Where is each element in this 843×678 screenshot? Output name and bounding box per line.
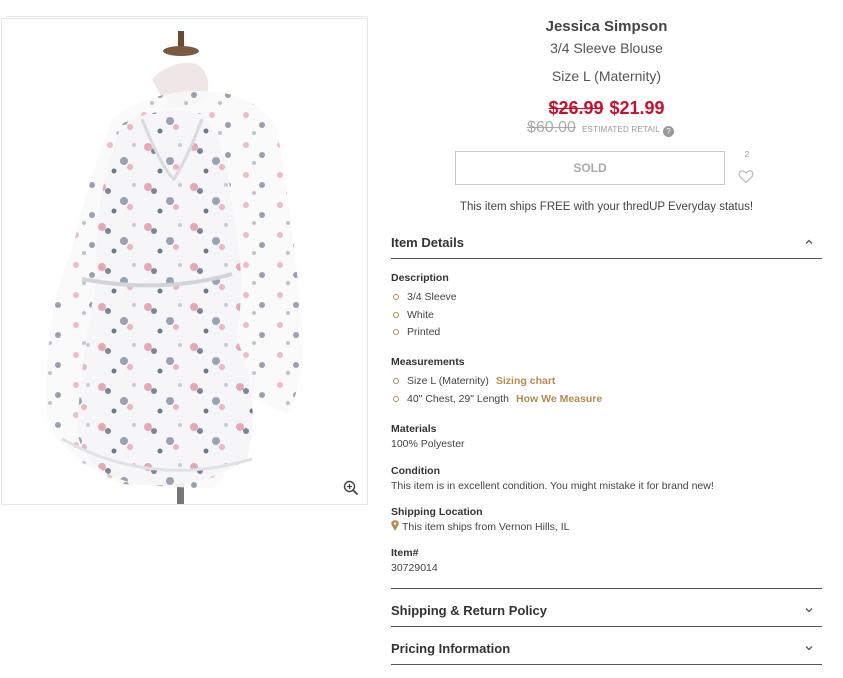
shipping-return-title: Shipping & Return Policy bbox=[391, 602, 548, 618]
original-price: $26.99 bbox=[548, 98, 604, 118]
description-item: White bbox=[391, 309, 434, 321]
chevron-down-icon bbox=[805, 608, 813, 613]
section-divider bbox=[391, 626, 822, 627]
bullet-icon bbox=[393, 396, 399, 402]
item-details-title: Item Details bbox=[391, 234, 464, 250]
section-divider bbox=[391, 258, 822, 259]
description-label: Description bbox=[391, 272, 449, 284]
zoom-in-icon[interactable] bbox=[343, 480, 359, 496]
shipping-return-toggle[interactable]: Shipping & Return Policy bbox=[391, 599, 822, 621]
retail-label: ESTIMATED RETAIL bbox=[581, 125, 660, 134]
measurements-label: Measurements bbox=[391, 356, 465, 368]
help-icon[interactable]: ? bbox=[662, 126, 674, 137]
favorites-count: 2 bbox=[744, 150, 750, 159]
retail-row: $60.00 ESTIMATED RETAIL ? bbox=[527, 119, 674, 137]
bullet-icon bbox=[393, 329, 399, 335]
chevron-up-icon bbox=[805, 239, 813, 244]
product-image[interactable] bbox=[1, 18, 368, 505]
item-size: Size L (Maternity) bbox=[551, 68, 662, 84]
sold-button[interactable]: SOLD bbox=[455, 151, 725, 185]
condition-value: This item is in excellent condition. You… bbox=[391, 480, 714, 492]
sale-price: $21.99 bbox=[609, 98, 665, 118]
description-item: 3/4 Sleeve bbox=[391, 291, 457, 303]
shipping-location-value: This item ships from Vernon Hills, IL bbox=[402, 521, 570, 533]
section-divider bbox=[391, 588, 822, 589]
materials-label: Materials bbox=[391, 423, 437, 435]
free-shipping-message: This item ships FREE with your thredUP E… bbox=[459, 201, 754, 213]
item-name: 3/4 Sleeve Blouse bbox=[550, 40, 663, 56]
top-divider bbox=[6, 16, 368, 17]
product-photo bbox=[46, 31, 304, 504]
sizing-chart-link[interactable]: Sizing chart bbox=[496, 375, 556, 387]
shipping-location-label: Shipping Location bbox=[391, 506, 483, 518]
location-pin-icon bbox=[391, 520, 399, 531]
measurement-text: Size L (Maternity) bbox=[407, 375, 489, 387]
section-divider bbox=[391, 664, 822, 665]
brand-name[interactable]: Jessica Simpson bbox=[391, 18, 822, 35]
shipping-location: This item ships from Vernon Hills, IL bbox=[391, 520, 569, 533]
description-item: Printed bbox=[391, 326, 440, 338]
item-number-value: 30729014 bbox=[391, 562, 438, 574]
item-number-label: Item# bbox=[391, 547, 419, 559]
chevron-down-icon bbox=[805, 646, 813, 651]
bullet-icon bbox=[393, 312, 399, 318]
materials-value: 100% Polyester bbox=[391, 438, 465, 450]
measurement-item: 40" Chest, 29" Length How We Measure bbox=[391, 393, 602, 405]
pricing-info-toggle[interactable]: Pricing Information bbox=[391, 637, 822, 659]
retail-price: $60.00 bbox=[527, 119, 576, 136]
price-row: $26.99 $21.99 bbox=[391, 98, 822, 119]
measurement-item: Size L (Maternity) Sizing chart bbox=[391, 375, 555, 387]
how-we-measure-link[interactable]: How We Measure bbox=[516, 393, 602, 405]
pricing-info-title: Pricing Information bbox=[391, 640, 511, 656]
condition-label: Condition bbox=[391, 465, 440, 477]
bullet-icon bbox=[393, 378, 399, 384]
measurement-text: 40" Chest, 29" Length bbox=[407, 393, 510, 405]
heart-icon[interactable] bbox=[738, 169, 754, 184]
bullet-icon bbox=[393, 294, 399, 300]
item-details-toggle[interactable]: Item Details bbox=[391, 231, 822, 253]
